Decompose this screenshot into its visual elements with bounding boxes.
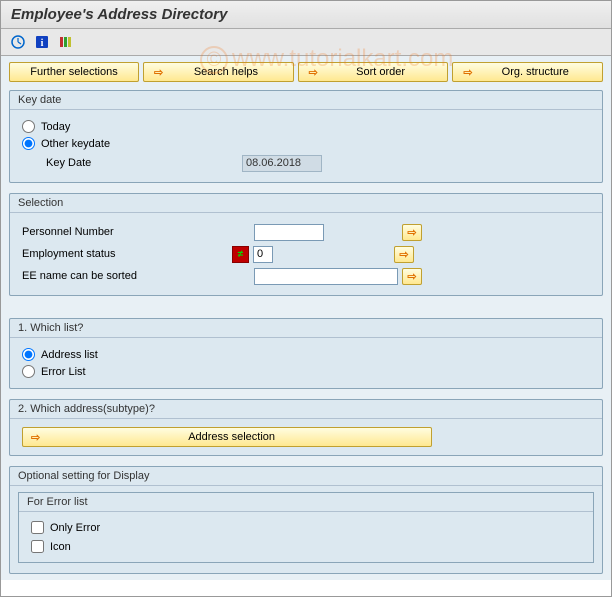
address-list-radio[interactable] (22, 348, 35, 361)
toolbar: i (1, 29, 611, 56)
status-multi-select-button[interactable]: ⇨ (394, 246, 414, 263)
only-error-label: Only Error (50, 522, 100, 534)
icon-checkbox[interactable] (31, 540, 44, 553)
not-equal-icon[interactable]: ≠ (232, 246, 249, 263)
which-list-title: 1. Which list? (10, 319, 602, 338)
org-structure-button[interactable]: ⇨ Org. structure (452, 62, 603, 82)
icon-label: Icon (50, 541, 71, 553)
keydate-field-label: Key Date (22, 157, 242, 169)
today-radio[interactable] (22, 120, 35, 133)
main-content: Further selections ⇨ Search helps ⇨ Sort… (1, 56, 611, 580)
variant-icon[interactable] (57, 33, 75, 51)
svg-text:i: i (41, 38, 44, 49)
ename-label: EE name can be sorted (22, 270, 162, 282)
address-list-label: Address list (41, 349, 98, 361)
only-error-checkbox[interactable] (31, 521, 44, 534)
sort-order-button[interactable]: ⇨ Sort order (298, 62, 449, 82)
status-label: Employment status (22, 248, 162, 260)
other-keydate-radio[interactable] (22, 137, 35, 150)
for-error-list-group: For Error list Only Error Icon (18, 492, 594, 563)
which-address-group: 2. Which address(subtype)? ⇨ Address sel… (9, 399, 603, 456)
pernr-input[interactable] (254, 224, 324, 241)
for-error-list-title: For Error list (19, 493, 593, 512)
selection-group: Selection Personnel Number ⇨ Employment … (9, 193, 603, 296)
page-title: Employee's Address Directory (1, 1, 611, 29)
address-selection-button[interactable]: ⇨ Address selection (22, 427, 432, 447)
today-label: Today (41, 121, 70, 133)
info-icon[interactable]: i (33, 33, 51, 51)
search-helps-button[interactable]: ⇨ Search helps (143, 62, 294, 82)
arrow-right-icon: ⇨ (463, 66, 472, 79)
other-keydate-label: Other keydate (41, 138, 110, 150)
optional-display-group: Optional setting for Display For Error l… (9, 466, 603, 574)
arrow-right-icon: ⇨ (309, 66, 318, 79)
which-list-group: 1. Which list? Address list Error List (9, 318, 603, 389)
arrow-right-icon: ⇨ (154, 66, 163, 79)
error-list-label: Error List (41, 366, 86, 378)
keydate-input[interactable] (242, 155, 322, 172)
error-list-radio[interactable] (22, 365, 35, 378)
further-selections-button[interactable]: Further selections (9, 62, 139, 82)
pernr-label: Personnel Number (22, 226, 162, 238)
ename-multi-select-button[interactable]: ⇨ (402, 268, 422, 285)
optional-display-title: Optional setting for Display (10, 467, 602, 486)
ename-input[interactable] (254, 268, 398, 285)
which-address-title: 2. Which address(subtype)? (10, 400, 602, 419)
status-input[interactable] (253, 246, 273, 263)
top-button-row: Further selections ⇨ Search helps ⇨ Sort… (9, 62, 603, 82)
execute-icon[interactable] (9, 33, 27, 51)
keydate-group: Key date Today Other keydate Key Date (9, 90, 603, 183)
arrow-right-icon: ⇨ (31, 431, 40, 444)
keydate-group-title: Key date (10, 91, 602, 110)
pernr-multi-select-button[interactable]: ⇨ (402, 224, 422, 241)
selection-group-title: Selection (10, 194, 602, 213)
